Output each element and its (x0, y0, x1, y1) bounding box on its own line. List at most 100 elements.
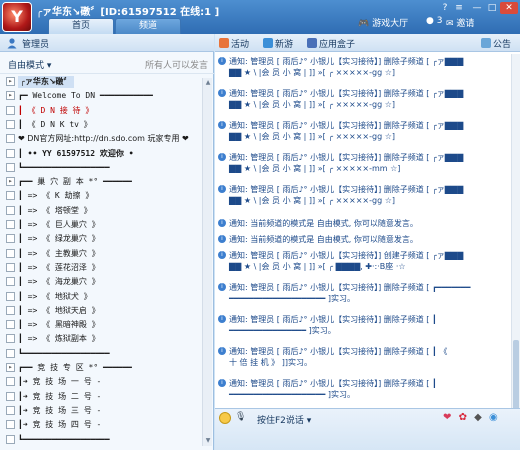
notice-line-1: 通知: 管理员 [ 雨后♪° 小银儿【实习接待】] 删除子频道 [ ╭ァ▇▇▇ (229, 57, 464, 66)
game-hall-button[interactable]: 🎮 游戏大厅 (358, 16, 408, 29)
expand-toggle-icon[interactable] (6, 320, 15, 330)
channel-tree-row[interactable]: ┃ => 《 K 劫擦 》 (0, 190, 200, 202)
close-button[interactable]: ✕ (500, 2, 518, 14)
system-notice: i 通知: 当前频道的模式是 自由模式, 你可以随意发言。 (215, 218, 510, 230)
expand-toggle-icon[interactable] (6, 262, 15, 272)
coin-counter[interactable]: ● 3 (426, 16, 442, 26)
expand-toggle-icon[interactable]: ▸ (6, 363, 15, 372)
system-notice: i 通知: 管理员 [ 雨后♪° 小银儿【实习接待】] 删除子频道 [ ╭ァ▇▇▇… (215, 152, 510, 176)
notice-line-2: ▇▇ ★ \ |会 员 小 窝 | ]] »[ ╭ ▇▇▇▇, ✚·:·B座 ·… (229, 262, 406, 271)
window-title: ╭ァ华东↘礅〞[ID:61597512 在线:1 ] (36, 7, 220, 18)
notice-line-1: 通知: 当前频道的模式是 自由模式, 你可以随意发言。 (229, 219, 418, 228)
channel-tree-row[interactable]: ┃ => 《 绿龙巢穴 》 (0, 233, 200, 245)
channel-tree-row[interactable]: ┃ => 《 海龙巢穴 》 (0, 276, 200, 288)
channel-tree-row[interactable]: ┃ => 《 地狱天启 》 (0, 305, 200, 317)
chat-panel: 活动 新游 应用盒子 公告 i 通知: 管理员 [ 雨后♪° 小银儿【实习接待】]… (215, 34, 520, 450)
new-games-button[interactable]: 新游 (263, 37, 293, 50)
scroll-down-icon[interactable]: ▼ (203, 436, 213, 446)
maximize-button[interactable]: □ (485, 2, 499, 14)
channel-tree-row[interactable]: ┃ => 《 塔顿堂 》 (0, 205, 200, 217)
expand-toggle-icon[interactable] (6, 348, 15, 358)
channel-tree-row[interactable]: ┃ => 《 黑暗神殿 》 (0, 319, 200, 331)
menu-button[interactable]: ≡ (452, 2, 466, 14)
channel-tree-row[interactable]: ┃ •• YY 61597512 欢迎你 • (0, 148, 200, 160)
minimize-button[interactable]: — (470, 2, 484, 14)
notice-line-1: 通知: 管理员 [ 雨后♪° 小银儿【实习接待】] 删除子频道 [ ┏━━━━━… (229, 283, 471, 292)
chat-icon[interactable]: ◉ (489, 412, 498, 423)
channel-tree-row[interactable]: ┃ => 《 莲花沼泽 》 (0, 262, 200, 274)
expand-toggle-icon[interactable] (6, 391, 15, 401)
help-button[interactable]: ? (438, 2, 452, 14)
info-icon: i (218, 315, 226, 323)
emoji-icon[interactable] (219, 412, 231, 424)
channel-tree-row[interactable]: ❤ DN官方网址:http://dn.sdo.com 玩家专用 ❤ (0, 133, 200, 145)
expand-toggle-icon[interactable] (6, 305, 15, 315)
rose-icon[interactable]: ✿ (459, 412, 467, 423)
info-icon: i (218, 121, 226, 129)
chat-scrollbar[interactable] (511, 54, 520, 434)
channel-tree-row[interactable]: ┗━━━━━━━━━━━━━━━━━━ (0, 348, 200, 360)
expand-toggle-icon[interactable] (6, 248, 15, 258)
system-notice: i 通知: 管理员 [ 雨后♪° 小银儿【实习接待】] 删除子频道 [ ┏━━━━… (215, 282, 510, 306)
dice-icon[interactable]: ◆ (474, 412, 482, 423)
channel-tree-row[interactable]: ┃ => 《 地狱犬 》 (0, 291, 200, 303)
expand-toggle-icon[interactable] (6, 134, 15, 144)
channel-tree-row[interactable]: ┃➜ 竞 技 场 四 号 - (0, 419, 200, 431)
channel-tree-label: ┏━━ 竞 技 专 区 *° ━━━━━━ (18, 363, 132, 372)
expand-toggle-icon[interactable] (6, 162, 15, 172)
expand-toggle-icon[interactable] (6, 420, 15, 430)
channel-tree-label: ┗━━━━━━━━━━━━━━━━━━ (18, 434, 110, 444)
expand-toggle-icon[interactable] (6, 291, 15, 301)
channel-tree-row[interactable]: ┃ => 《 炼狱副本 》 (0, 333, 200, 345)
channel-tree-row[interactable]: ┃➜ 竞 技 场 二 号 - (0, 391, 200, 403)
activity-button[interactable]: 活动 (219, 37, 249, 50)
notice-line-1: 通知: 管理员 [ 雨后♪° 小银儿【实习接待】] 创建子频道 [ ╭ァ▇▇▇ (229, 251, 464, 260)
invite-button[interactable]: ✉ 邀请 (446, 16, 474, 29)
expand-toggle-icon[interactable] (6, 205, 15, 215)
expand-toggle-icon[interactable]: ▸ (6, 91, 15, 101)
channel-tree-row[interactable]: ▸ ┏━━ 竞 技 专 区 *° ━━━━━━ (0, 362, 200, 374)
expand-toggle-icon[interactable] (6, 277, 15, 287)
channel-tree-row[interactable]: ┃➜ 竞 技 场 三 号 - (0, 405, 200, 417)
scroll-up-icon[interactable]: ▲ (203, 78, 213, 88)
expand-toggle-icon[interactable] (6, 220, 15, 229)
admin-header[interactable]: 管理员 (0, 34, 214, 52)
expand-toggle-icon[interactable] (6, 405, 15, 415)
expand-toggle-icon[interactable] (6, 234, 15, 244)
app-box-icon (307, 38, 317, 48)
app-box-button[interactable]: 应用盒子 (307, 37, 355, 50)
info-icon: i (218, 235, 226, 243)
notice-line-1: 通知: 管理员 [ 雨后♪° 小银儿【实习接待】] 删除子频道 [ ╭ァ▇▇▇ (229, 153, 464, 162)
channel-tree-row[interactable]: ┗━━━━━━━━━━━━━━━━━━ (0, 434, 200, 446)
channel-root[interactable]: ▸ ╭ァ华东↘礅〞 (0, 76, 200, 88)
expand-toggle-icon[interactable] (6, 119, 15, 129)
expand-toggle-icon[interactable]: ▸ (6, 77, 15, 86)
expand-toggle-icon[interactable] (6, 148, 15, 158)
channel-tree-row[interactable]: ┃➜ 竞 技 场 一 号 - (0, 376, 200, 388)
push-to-talk-button[interactable]: 按住F2说话 ▾ (257, 413, 311, 426)
expand-toggle-icon[interactable] (6, 434, 15, 444)
channel-tree-row[interactable]: ┗━━━━━━━━━━━━━━━━━━ (0, 162, 200, 174)
expand-toggle-icon[interactable] (6, 105, 15, 115)
tab-channel[interactable]: 频道 (115, 18, 181, 34)
channel-tree-row[interactable]: ┃ 《 D N K tv 》 (0, 119, 200, 131)
heart-icon[interactable]: ❤ (443, 412, 451, 423)
expand-toggle-icon[interactable] (6, 334, 15, 344)
tab-home[interactable]: 首页 (48, 18, 114, 34)
channel-tree-label: ┃ => 《 地狱天启 》 (18, 305, 100, 315)
channel-tree-row[interactable]: ┃ 《 D N 接 待 》 (0, 105, 200, 117)
channel-tree-row[interactable]: ┃ => 《 巨人巢穴 》 (0, 219, 200, 231)
channel-tree-label: ┗━━━━━━━━━━━━━━━━━━ (18, 348, 110, 358)
expand-toggle-icon[interactable]: ▸ (6, 177, 15, 187)
input-bar: 🎙 按住F2说话 ▾ ❤ ✿ ◆ ◉ (215, 408, 520, 450)
channel-tree-label: ┏━━ 巢 穴 副 本 *° ━━━━━━ (18, 177, 132, 187)
channel-tree-row[interactable]: ▸ ┏━ Welcome To DN ━━━━━━━━━━━ (0, 90, 200, 102)
microphone-icon[interactable]: 🎙 (235, 412, 246, 424)
expand-toggle-icon[interactable] (6, 191, 15, 201)
tree-scrollbar[interactable]: ▲ ▼ (202, 78, 212, 446)
notice-button[interactable]: 公告 (481, 37, 511, 50)
channel-tree-row[interactable]: ▸ ┏━━ 巢 穴 副 本 *° ━━━━━━ (0, 176, 200, 188)
expand-toggle-icon[interactable] (6, 377, 15, 387)
channel-tree-row[interactable]: ┃ => 《 主教巢穴 》 (0, 248, 200, 260)
mode-select[interactable]: 自由模式 ▾ (8, 58, 51, 71)
